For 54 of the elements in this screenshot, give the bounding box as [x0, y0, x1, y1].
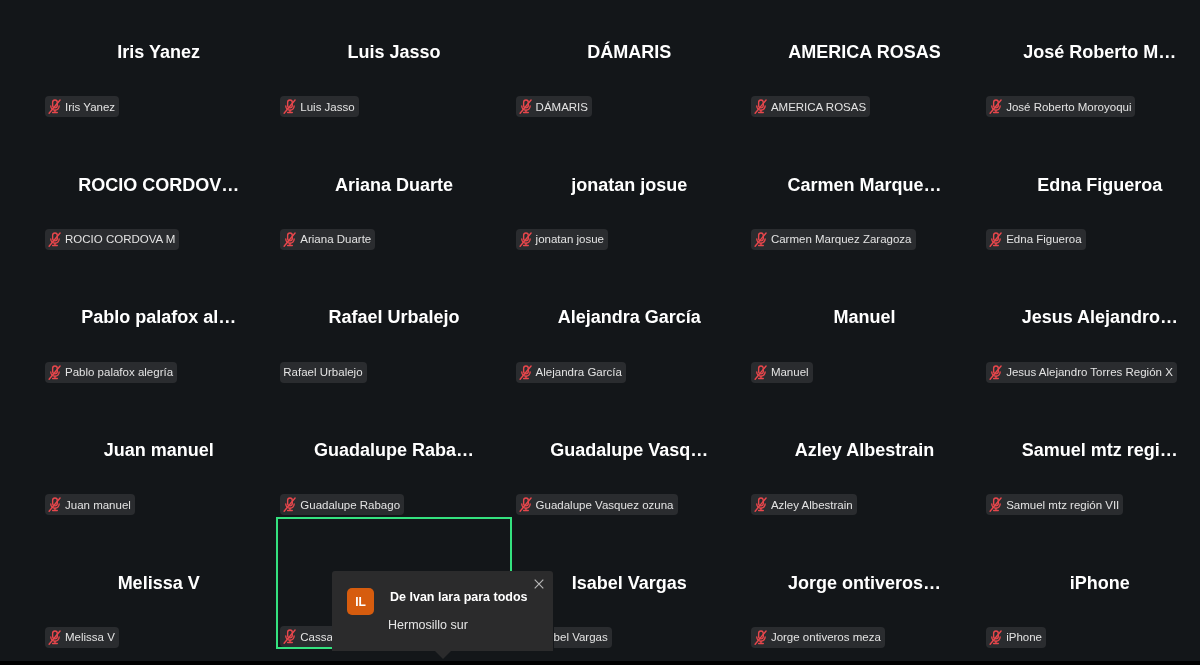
participant-name: Guadalupe Vasq… — [550, 439, 709, 462]
participant-name: Azley Albestrain — [794, 439, 935, 462]
chat-message: Hermosillo sur — [388, 618, 469, 633]
participant-name: Pablo palafox al… — [81, 306, 237, 329]
participant-name: Manuel — [833, 306, 896, 329]
name-tag-text: Azley Albestrain — [770, 497, 853, 512]
name-tag-text: Luis Jasso — [300, 99, 355, 114]
participant-name: ROCIO CORDOV… — [78, 173, 240, 196]
participant-name: Luis Jasso — [347, 41, 441, 63]
name-tag-text: Manuel — [770, 365, 809, 380]
name-tag-text: Melissa V — [65, 630, 115, 645]
name-tag-text: Juan manuel — [65, 497, 131, 512]
name-tag-text: Iris Yanez — [65, 99, 116, 114]
participant-name: Isabel Vargas — [571, 571, 687, 594]
name-tag-text: Cassa — [300, 629, 333, 644]
participant-name: José Roberto M… — [1023, 41, 1177, 63]
sender-avatar: IL — [347, 588, 374, 615]
participant-name: Jesus Alejandro… — [1021, 306, 1179, 329]
participant-name: Edna Figueroa — [1037, 173, 1163, 196]
participant-name: Alejandra García — [557, 306, 701, 329]
name-tag-text: iPhone — [1006, 630, 1042, 645]
close-icon — [534, 579, 544, 589]
participant-name: jonatan josue — [571, 173, 688, 196]
name-tag-text: Jorge ontiveros meza — [770, 630, 881, 645]
participant-name: Juan manuel — [103, 439, 214, 462]
name-tag-text: ROCIO CORDOVA M — [65, 232, 176, 247]
name-tag-text: Carmen Marquez Zaragoza — [770, 232, 912, 247]
participant-name: DÁMARIS — [587, 41, 672, 63]
participant-name: Rafael Urbalejo — [328, 306, 460, 329]
participant-name: Guadalupe Raba… — [313, 439, 474, 462]
name-tag-text: jonatan josue — [535, 232, 604, 247]
name-tag-text: DÁMARIS — [535, 99, 588, 114]
close-button[interactable] — [534, 579, 544, 589]
participant-name: Melissa V — [117, 571, 200, 594]
name-tag-text: Edna Figueroa — [1006, 232, 1082, 247]
participant-name: Samuel mtz regi… — [1021, 439, 1178, 462]
name-tag-text: Guadalupe Vasquez ozuna — [535, 497, 674, 512]
participant-name: Carmen Marque… — [787, 173, 942, 196]
participant-name: AMERICA ROSAS — [788, 41, 941, 63]
participant-name: Jorge ontiveros… — [788, 571, 942, 594]
name-tag-text: Ariana Duarte — [300, 232, 372, 247]
name-tag-text: Pablo palafox alegría — [65, 365, 174, 380]
participant-name: Ariana Duarte — [334, 173, 453, 196]
participant-name: iPhone — [1069, 571, 1130, 594]
name-tag-text: Samuel mtz región VII — [1006, 497, 1120, 512]
name-tag-text: José Roberto Moroyoqui — [1006, 99, 1132, 114]
name-tag-text: Rafael Urbalejo — [283, 365, 363, 380]
name-tag-text: Jesus Alejandro Torres Región X — [1006, 365, 1173, 380]
name-tag-text: Alejandra García — [535, 365, 622, 380]
name-tag-text: bel Vargas — [553, 630, 608, 645]
name-tag-text: AMERICA ROSAS — [770, 99, 867, 114]
name-tag-text: Guadalupe Rabago — [300, 497, 401, 512]
notification-title: De Ivan lara para todos — [390, 590, 528, 605]
participant-name: Iris Yanez — [117, 41, 200, 63]
